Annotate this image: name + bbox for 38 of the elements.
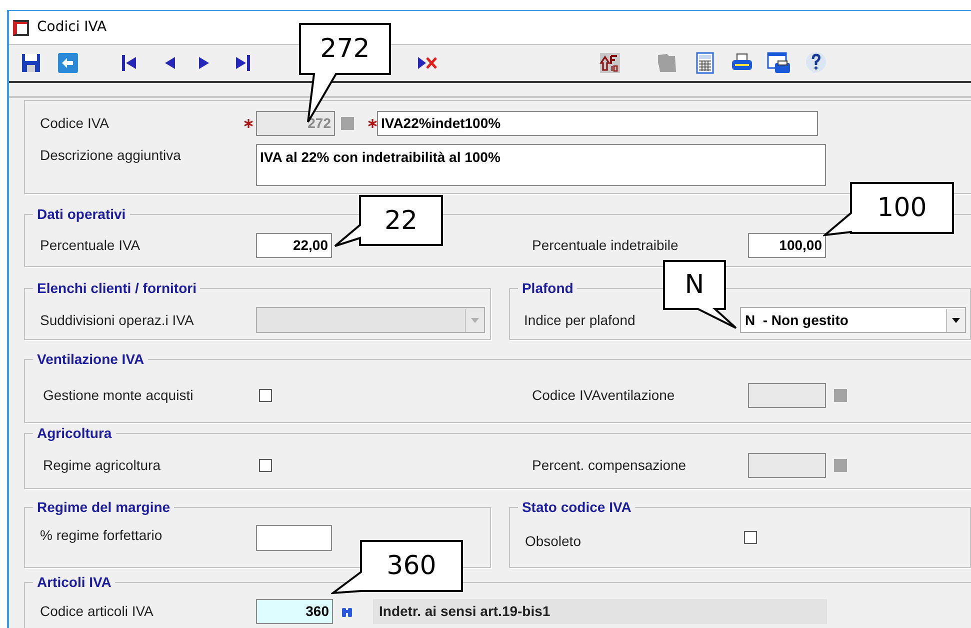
input-field[interactable]: 360	[256, 599, 333, 624]
field-label: Suddivisioni operaz.i IVA	[40, 310, 195, 330]
field-label: % regime forfettario	[40, 526, 164, 545]
checkbox[interactable]	[259, 388, 272, 402]
field-label: Obsoleto	[524, 532, 582, 550]
window-icon	[13, 20, 29, 36]
print-preview-icon[interactable]	[767, 51, 791, 75]
field-label: Indice per plafond	[524, 310, 636, 330]
field-label: Descrizione aggiuntiva	[40, 146, 182, 165]
field-label: Percent. compensazione	[532, 456, 688, 475]
help-icon[interactable]	[804, 51, 828, 75]
dropdown-arrow-button[interactable]	[946, 308, 965, 332]
callout: 360	[331, 540, 464, 595]
field-label: Codice articoli IVA	[40, 602, 154, 621]
description-display: Indetr. ai sensi art.19-bis1	[373, 599, 827, 624]
dropdown-value: N - Non gestito	[744, 310, 848, 330]
input-field[interactable]: 22,00	[256, 233, 332, 258]
field-label: Codice IVA	[40, 114, 110, 133]
text-area[interactable]: IVA al 22% con indetraibilità al 100%	[256, 144, 826, 186]
input-field[interactable]: IVA22%indet100%	[377, 111, 818, 136]
field-label: Gestione monte acquisti	[42, 386, 194, 405]
field-label: Percentuale indetraibile	[532, 236, 680, 255]
dropdown[interactable]: N - Non gestito	[740, 307, 966, 333]
callout: 22	[333, 195, 444, 248]
field-label: Percentuale IVA	[40, 236, 142, 255]
checkbox[interactable]	[259, 458, 272, 472]
field-label: Codice IVAventilazione	[532, 386, 676, 404]
callout: N	[663, 260, 738, 330]
save-icon[interactable]	[19, 51, 43, 75]
callout: 100	[823, 182, 955, 237]
caret-icon[interactable]	[952, 318, 960, 322]
checkbox[interactable]	[744, 530, 757, 544]
shift-f10-icon[interactable]	[598, 51, 622, 75]
input-field[interactable]	[256, 525, 332, 551]
window-title: Codici IVA	[37, 18, 107, 37]
input-field[interactable]: 100,00	[748, 233, 826, 258]
binoculars-icon[interactable]	[342, 606, 352, 616]
field-label: Regime agricoltura	[42, 456, 162, 475]
